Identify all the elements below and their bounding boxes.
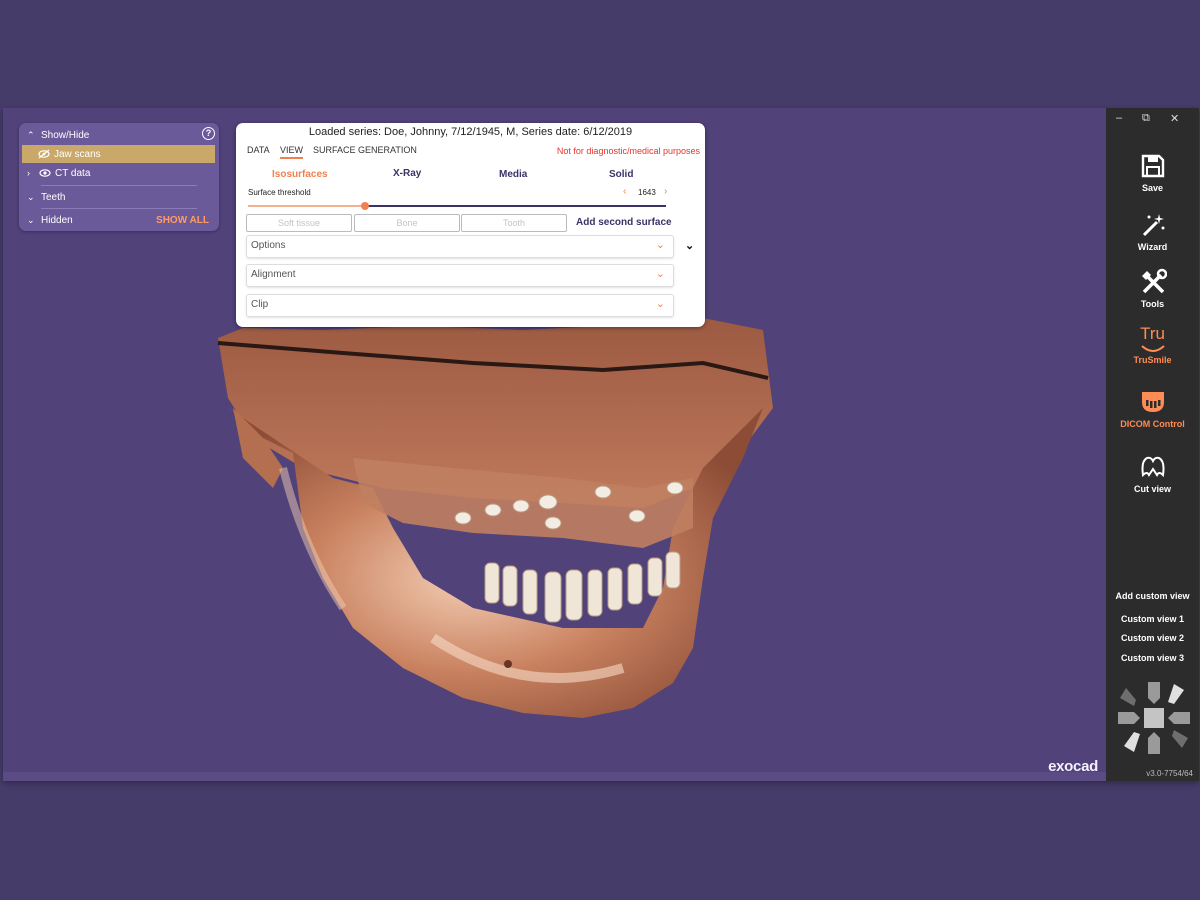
tool-label: TruSmile xyxy=(1133,355,1172,365)
tool-label: Tools xyxy=(1140,299,1165,309)
collapse-panel-chevron-icon[interactable]: ⌄ xyxy=(685,239,694,252)
diagnostic-warning: Not for diagnostic/medical purposes xyxy=(556,146,700,156)
accordion-label: Alignment xyxy=(251,269,296,280)
tree-item-label: Teeth xyxy=(41,191,66,203)
custom-view-3-button[interactable]: Custom view 3 xyxy=(1106,653,1199,663)
show-hide-title: Show/Hide xyxy=(41,129,90,141)
tree-item-label: Hidden xyxy=(41,214,73,226)
wizard-icon xyxy=(1142,214,1164,237)
mode-solid[interactable]: Solid xyxy=(609,169,633,180)
decrease-arrow-icon[interactable]: ‹ xyxy=(623,186,626,197)
tools-tool[interactable]: Tools xyxy=(1106,268,1199,309)
surface-threshold-label: Surface threshold xyxy=(248,188,311,197)
chevron-down-icon[interactable]: ⌄ xyxy=(27,192,37,203)
trusmile-logo-text: Tru xyxy=(1140,324,1165,343)
chevron-right-icon[interactable]: › xyxy=(27,168,37,178)
tool-label: Save xyxy=(1141,183,1164,193)
tree-item-hidden[interactable]: ⌄ Hidden SHOW ALL xyxy=(19,211,219,229)
trusmile-tool[interactable]: Tru TruSmile xyxy=(1106,324,1199,365)
tab-surface-generation[interactable]: SURFACE GENERATION xyxy=(313,145,417,155)
chevron-down-icon: ⌄ xyxy=(655,268,665,280)
eye-hidden-icon[interactable] xyxy=(38,149,50,159)
tab-data[interactable]: DATA xyxy=(247,145,270,155)
loaded-series-title: Loaded series: Doe, Johnny, 7/12/1945, M… xyxy=(308,126,633,138)
eye-icon[interactable] xyxy=(39,168,51,178)
dicom-control-tool[interactable]: DICOM Control xyxy=(1106,388,1199,429)
tree-item-teeth[interactable]: ⌄ Teeth xyxy=(19,188,219,206)
tree-item-label: Jaw scans xyxy=(54,148,101,160)
show-hide-header[interactable]: ⌃ Show/Hide xyxy=(19,126,219,144)
minimize-icon[interactable]: – xyxy=(1116,112,1122,124)
chevron-down-icon: ⌄ xyxy=(655,298,665,310)
increase-arrow-icon[interactable]: › xyxy=(664,186,667,197)
cut-view-tool[interactable]: Cut view xyxy=(1106,453,1199,494)
app-window: ⌃ Show/Hide ? Jaw scans › CT data ⌄ Teet… xyxy=(3,108,1199,781)
view-dialog: Loaded series: Doe, Johnny, 7/12/1945, M… xyxy=(236,123,705,327)
tools-icon xyxy=(1141,268,1167,294)
show-all-button[interactable]: SHOW ALL xyxy=(156,215,209,226)
accordion-label: Clip xyxy=(251,299,269,310)
tab-view[interactable]: VIEW xyxy=(280,145,304,159)
show-hide-panel: ⌃ Show/Hide ? Jaw scans › CT data ⌄ Teet… xyxy=(19,123,219,231)
add-custom-view-button[interactable]: Add custom view xyxy=(1106,591,1199,601)
tool-label: Wizard xyxy=(1137,242,1168,252)
clip-accordion[interactable]: Clip ⌄ xyxy=(246,294,674,317)
chevron-up-icon: ⌃ xyxy=(27,129,35,140)
add-second-surface-button[interactable]: Add second surface xyxy=(576,217,672,228)
divider xyxy=(41,208,197,209)
mode-media[interactable]: Media xyxy=(499,169,527,180)
mode-x-ray[interactable]: X-Ray xyxy=(393,168,421,179)
chevron-down-icon: ⌄ xyxy=(655,239,665,251)
dicom-control-icon xyxy=(1141,392,1164,412)
version-label: v3.0-7754/64 xyxy=(1146,769,1193,778)
help-icon[interactable]: ? xyxy=(202,127,215,140)
tree-item-label: CT data xyxy=(55,167,91,179)
status-strip xyxy=(3,772,1106,781)
save-tool[interactable]: Save xyxy=(1106,152,1199,193)
custom-view-2-button[interactable]: Custom view 2 xyxy=(1106,633,1199,643)
soft-tissue-button[interactable]: Soft tissue xyxy=(246,214,352,232)
exocad-logo: exocad xyxy=(1048,758,1098,775)
mode-isosurfaces[interactable]: Isosurfaces xyxy=(272,169,328,180)
wizard-tool[interactable]: Wizard xyxy=(1106,211,1199,252)
accordion-label: Options xyxy=(251,240,286,251)
tool-label: DICOM Control xyxy=(1120,419,1185,429)
chevron-down-icon[interactable]: ⌄ xyxy=(27,215,37,226)
slider-handle[interactable] xyxy=(361,202,370,210)
cut-view-icon xyxy=(1141,456,1164,478)
tool-label: Cut view xyxy=(1133,484,1171,494)
bone-button[interactable]: Bone xyxy=(354,214,460,232)
navigation-cube-icon[interactable] xyxy=(1116,680,1192,756)
divider xyxy=(41,185,197,186)
save-icon xyxy=(1141,154,1164,178)
options-accordion[interactable]: Options ⌄ xyxy=(246,235,674,258)
close-icon[interactable]: ✕ xyxy=(1170,112,1179,125)
alignment-accordion[interactable]: Alignment ⌄ xyxy=(246,264,674,287)
slider-fill xyxy=(248,205,366,207)
tree-item-jaw-scans[interactable]: Jaw scans xyxy=(22,145,215,163)
tree-item-ct-data[interactable]: › CT data xyxy=(19,164,219,182)
restore-icon[interactable]: ⧉ xyxy=(1142,112,1150,125)
threshold-value[interactable]: 1643 xyxy=(638,188,656,197)
trusmile-icon: Tru xyxy=(1139,324,1167,352)
right-toolbar: – ⧉ ✕ Save Wizard Tools Tru TruSmile DIC… xyxy=(1106,108,1199,781)
threshold-slider[interactable] xyxy=(248,202,666,210)
custom-view-1-button[interactable]: Custom view 1 xyxy=(1106,614,1199,624)
tooth-button[interactable]: Tooth xyxy=(461,214,567,232)
